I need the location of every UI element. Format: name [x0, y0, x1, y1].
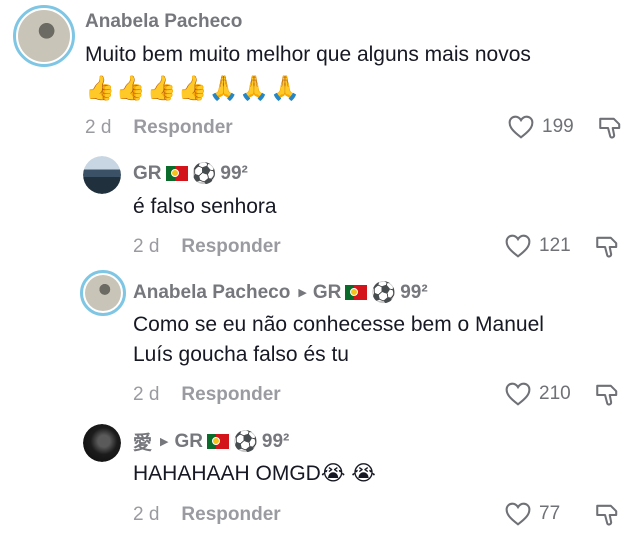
comment-date: 2 d	[133, 504, 160, 525]
triangle-right-icon: ▶	[160, 436, 169, 448]
like-button[interactable]: 210	[505, 382, 571, 406]
portugal-flag-icon	[165, 166, 188, 181]
comment-text: Como se eu não conhecesse bem o Manuel L…	[133, 313, 544, 366]
comment-text: HAHAHAAH OMGD😭 😭	[133, 462, 376, 485]
avatar[interactable]	[13, 5, 75, 67]
comment-date: 2 d	[133, 236, 160, 257]
thumbs-down-outline-icon	[596, 504, 618, 526]
like-count: 121	[539, 235, 571, 256]
comment-date: 2 d	[133, 384, 160, 405]
heart-outline-icon	[505, 382, 531, 406]
like-count: 77	[539, 503, 561, 524]
comment-meta: 2 d Responder	[133, 504, 281, 526]
soccer-ball-icon: ⚽	[191, 163, 217, 185]
emoji-row: 👍👍👍👍🙏🙏🙏	[85, 75, 302, 102]
thumbs-down-outline-icon	[596, 384, 618, 406]
reply-button[interactable]: Responder	[181, 504, 280, 526]
heart-outline-icon	[505, 502, 531, 526]
like-button[interactable]: 199	[508, 115, 574, 139]
comment-text: Muito bem muito melhor que alguns mais n…	[85, 43, 531, 66]
heart-outline-icon	[508, 115, 534, 139]
reply-to-username[interactable]: GR	[174, 431, 203, 453]
thumbs-down-outline-icon	[599, 117, 621, 139]
comment-date: 2 d	[85, 117, 112, 138]
triangle-right-icon: ▶	[298, 287, 307, 299]
reply-button[interactable]: Responder	[181, 384, 280, 406]
username[interactable]: Anabela Pacheco	[85, 11, 242, 33]
comment-meta: 2 d Responder	[133, 384, 281, 406]
soccer-ball-icon: ⚽	[232, 431, 258, 453]
portugal-flag-icon	[206, 434, 229, 449]
username[interactable]: 愛 ▶ GR ⚽ 99²	[133, 428, 289, 455]
dislike-button[interactable]	[597, 115, 623, 146]
username[interactable]: Anabela Pacheco ▶ GR ⚽ 99²	[133, 280, 428, 305]
avatar[interactable]	[83, 424, 121, 462]
dislike-button[interactable]	[594, 502, 620, 533]
username[interactable]: GR ⚽ 99²	[133, 161, 248, 186]
comment-text: é falso senhora	[133, 195, 277, 218]
like-count: 199	[542, 116, 574, 137]
like-button[interactable]: 121	[505, 234, 571, 258]
soccer-ball-icon: ⚽	[371, 282, 397, 304]
comment-meta: 2 d Responder	[133, 236, 281, 258]
reply-button[interactable]: Responder	[181, 236, 280, 258]
dislike-button[interactable]	[594, 382, 620, 413]
heart-outline-icon	[505, 234, 531, 258]
dislike-button[interactable]	[594, 234, 620, 265]
avatar[interactable]	[80, 270, 126, 316]
portugal-flag-icon	[345, 285, 368, 300]
like-button[interactable]: 77	[505, 502, 560, 526]
reply-button[interactable]: Responder	[133, 117, 232, 139]
comment-meta: 2 d Responder	[85, 117, 233, 139]
thumbs-down-outline-icon	[596, 236, 618, 258]
reply-to-username[interactable]: GR	[313, 282, 342, 304]
like-count: 210	[539, 383, 571, 404]
avatar[interactable]	[83, 156, 121, 194]
